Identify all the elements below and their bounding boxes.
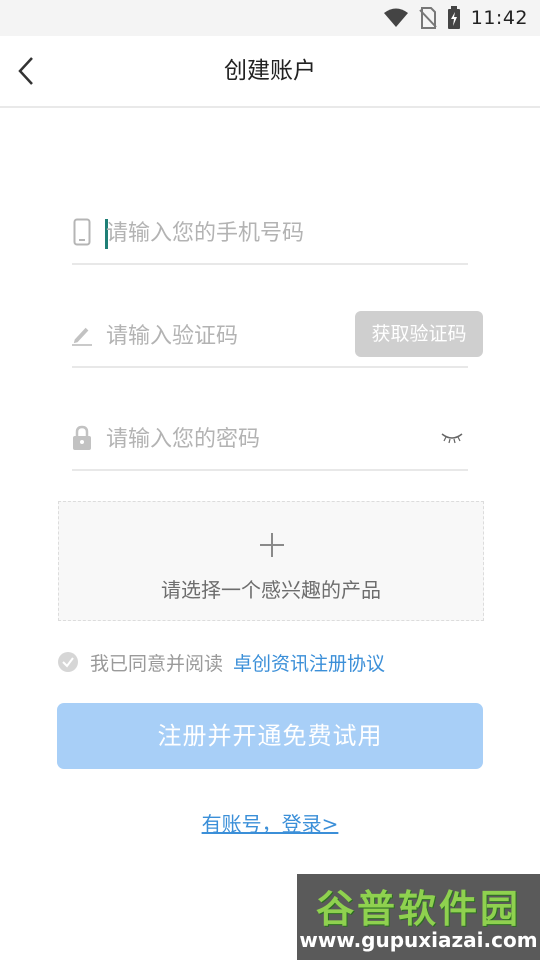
product-picker-label: 请选择一个感兴趣的产品 — [161, 578, 381, 602]
watermark-title: 谷普软件园 — [315, 887, 521, 931]
pencil-icon — [72, 320, 92, 350]
nav-bar: 创建账户 — [0, 36, 540, 108]
no-sim-icon — [419, 7, 437, 29]
lock-icon — [72, 423, 92, 453]
password-field — [72, 409, 468, 471]
phone-field — [72, 203, 468, 265]
product-picker[interactable]: 请选择一个感兴趣的产品 — [58, 501, 484, 621]
page-title: 创建账户 — [224, 58, 316, 84]
phone-input[interactable] — [106, 203, 386, 263]
agreement-text: 我已同意并阅读 — [90, 652, 224, 675]
agreement-link[interactable]: 卓创资讯注册协议 — [233, 649, 385, 676]
login-link[interactable]: 有账号，登录> — [0, 808, 540, 837]
get-code-button[interactable]: 获取验证码 — [355, 311, 483, 357]
plus-icon — [260, 533, 284, 557]
status-time: 11:42 — [470, 7, 528, 29]
eye-closed-icon[interactable] — [441, 430, 463, 446]
agreement-row: 我已同意并阅读 卓创资讯注册协议 — [58, 648, 385, 676]
battery-charging-icon — [447, 6, 460, 29]
register-button[interactable]: 注册并开通免费试用 — [57, 703, 483, 769]
status-bar: 11:42 — [0, 0, 540, 36]
status-icons: 11:42 — [383, 5, 528, 31]
code-input[interactable] — [106, 306, 386, 366]
check-circle-icon[interactable] — [58, 652, 78, 672]
wifi-icon — [383, 8, 408, 27]
phone-icon — [72, 217, 92, 247]
watermark-logo: 谷普软件园 www.gupuxiazai.com — [297, 874, 540, 960]
password-input[interactable] — [106, 409, 386, 469]
watermark-url: www.gupuxiazai.com — [299, 928, 538, 952]
